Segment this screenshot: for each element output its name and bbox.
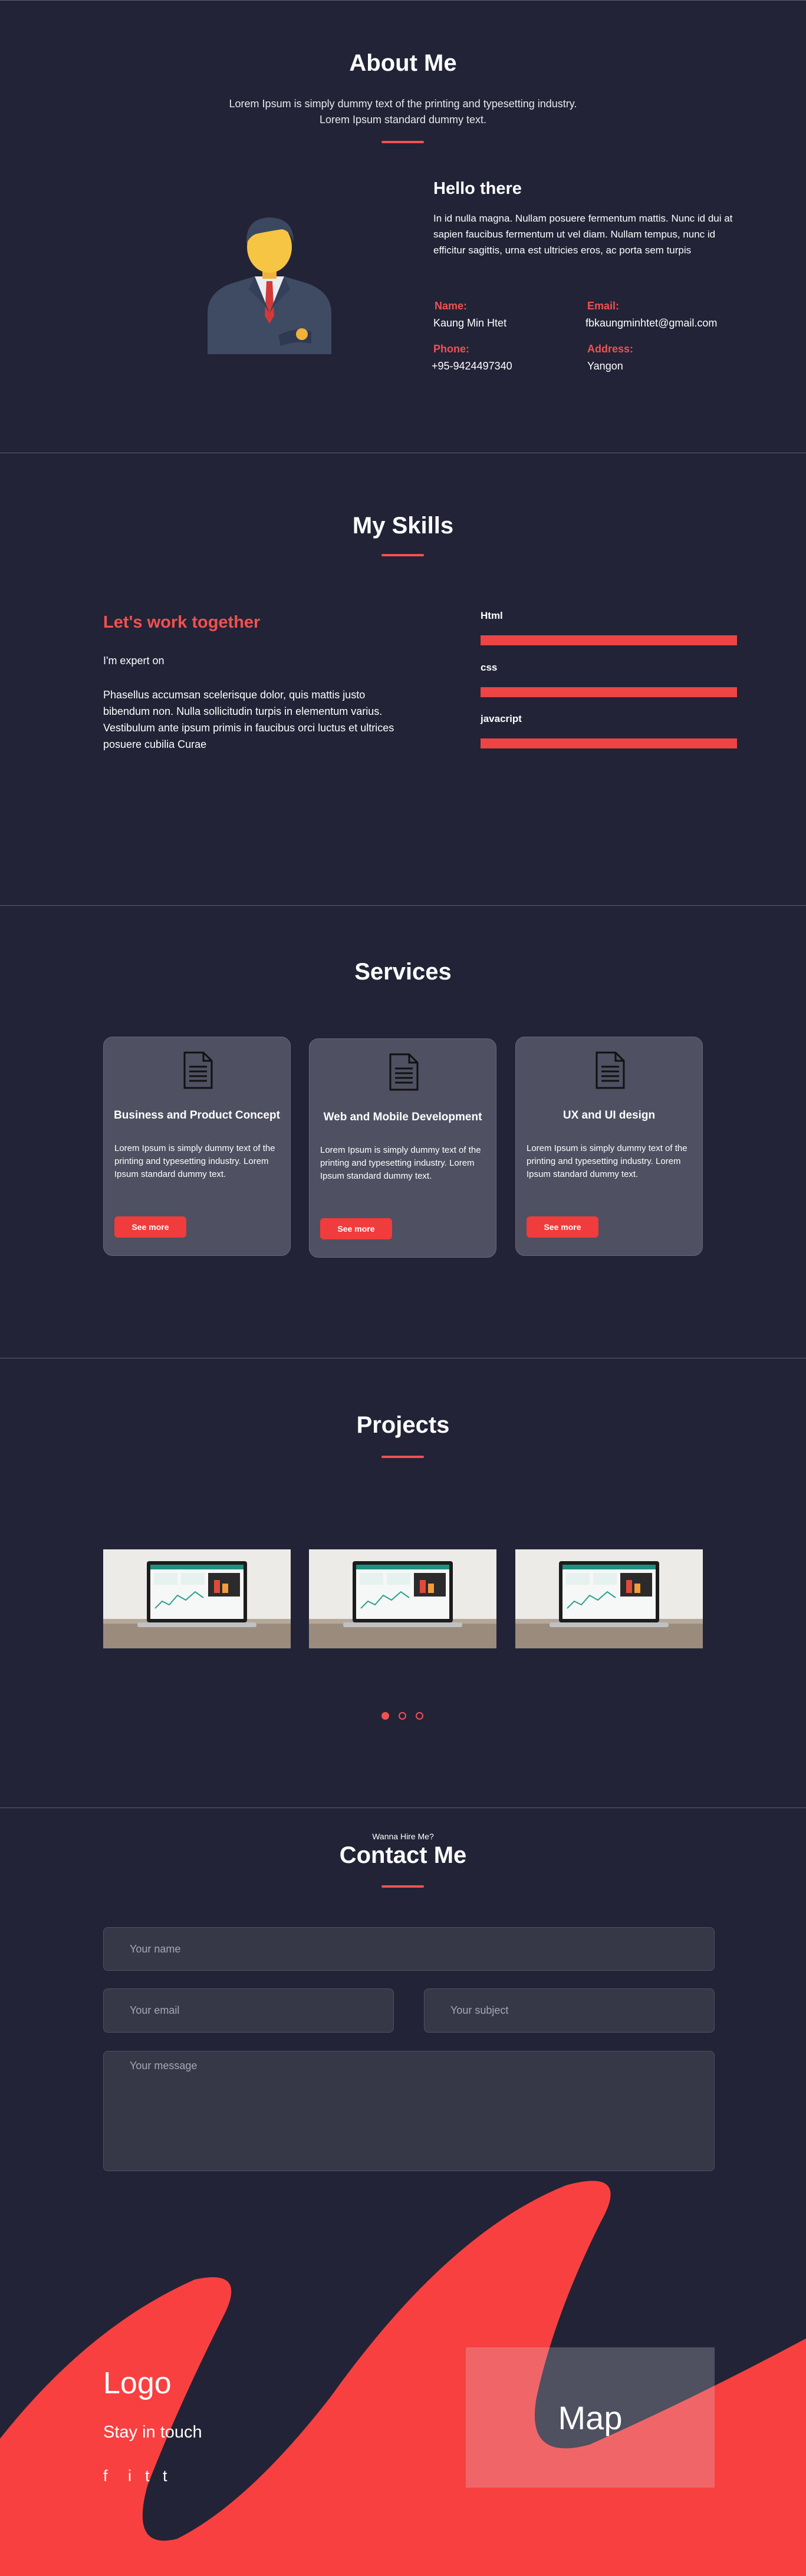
carousel-dot[interactable] [416, 1712, 423, 1720]
facebook-icon[interactable]: f [103, 2467, 108, 2485]
service-card-text: Lorem Ipsum is simply dummy text of the … [527, 1143, 687, 1179]
see-more-button[interactable]: See more [320, 1218, 392, 1239]
about-body: In id nulla magna. Nullam posuere fermen… [433, 213, 733, 256]
services-title: Services [354, 959, 452, 985]
skill-name-css: css [481, 662, 498, 673]
address-label: Address: [587, 343, 634, 355]
skill-name-javascript: javacript [481, 713, 522, 724]
skill-bar-html [481, 635, 737, 645]
phone-value: +95-9424497340 [432, 360, 512, 372]
service-card-text: Lorem Ipsum is simply dummy text of the … [320, 1145, 481, 1181]
service-card: UX and UI design Lorem Ipsum is simply d… [515, 1037, 703, 1256]
about-underline [381, 141, 424, 143]
service-card-title: UX and UI design [562, 1109, 656, 1122]
name-value: Kaung Min Htet [433, 317, 507, 329]
map-label: Map [558, 2399, 623, 2436]
about-section: About Me Lorem Ipsum is simply dummy tex… [0, 0, 806, 453]
wanna-hire-text: Wanna Hire Me? [372, 1832, 434, 1841]
skill-bar-javascript [481, 738, 737, 748]
skill-fill-css [481, 687, 737, 697]
skill-bar-css [481, 687, 737, 697]
document-icon [596, 1051, 625, 1089]
skills-title: My Skills [352, 513, 454, 539]
see-more-button[interactable]: See more [527, 1216, 598, 1238]
service-card-text: Lorem Ipsum is simply dummy text of the … [114, 1143, 275, 1179]
projects-section: Projects [0, 1358, 806, 1808]
skills-section: My Skills Let's work together I'm expert… [0, 453, 806, 905]
about-intro: Lorem Ipsum is simply dummy text of the … [229, 98, 577, 126]
see-more-button[interactable]: See more [114, 1216, 186, 1238]
email-label: Email: [587, 300, 620, 312]
email-value: fbkaungminhtet@gmail.com [585, 317, 718, 329]
expert-text: I'm expert on [103, 655, 165, 667]
document-icon [183, 1051, 213, 1089]
skill-name-html: Html [481, 610, 503, 621]
services-section: Services Business and Product Concept Lo… [0, 905, 806, 1358]
about-title: About Me [349, 50, 457, 76]
projects-underline [381, 1456, 424, 1458]
project-image[interactable] [515, 1549, 703, 1648]
laptop-image [515, 1549, 703, 1648]
businessman-avatar [208, 217, 331, 354]
skills-body: Phasellus accumsan scelerisque dolor, qu… [103, 689, 394, 750]
name-label: Name: [435, 300, 468, 312]
skills-underline [381, 554, 424, 556]
name-input[interactable] [103, 1927, 715, 1971]
subject-input[interactable] [424, 1988, 715, 2033]
telegram-icon[interactable]: t [163, 2467, 167, 2485]
carousel-dot[interactable] [381, 1712, 389, 1720]
contact-title: Contact Me [339, 1842, 467, 1868]
footer-tagline: Stay in touch [103, 2423, 202, 2442]
laptop-image [103, 1549, 291, 1648]
contact-underline [381, 1885, 424, 1888]
service-card-title: Web and Mobile Development [323, 1111, 482, 1123]
service-card: Business and Product Concept Lorem Ipsum… [103, 1037, 291, 1256]
project-image[interactable] [309, 1549, 496, 1648]
footer-logo[interactable]: Logo [103, 2366, 172, 2401]
twitter-icon[interactable]: t [145, 2467, 150, 2485]
work-together-heading: Let's work together [103, 613, 261, 632]
carousel-dots [381, 1712, 425, 1720]
service-card: Web and Mobile Development Lorem Ipsum i… [309, 1038, 496, 1258]
email-input[interactable] [103, 1988, 394, 2033]
project-image[interactable] [103, 1549, 291, 1648]
map-placeholder[interactable]: Map [466, 2347, 715, 2488]
service-card-title: Business and Product Concept [114, 1109, 280, 1122]
laptop-image [309, 1549, 496, 1648]
address-value: Yangon [587, 360, 623, 372]
hello-heading: Hello there [433, 179, 522, 198]
projects-title: Projects [356, 1412, 450, 1438]
contact-section: Wanna Hire Me? Contact Me Logo Stay in t… [0, 1808, 806, 2576]
instagram-icon[interactable]: i [128, 2467, 131, 2485]
document-icon [389, 1053, 419, 1091]
phone-label: Phone: [433, 343, 469, 355]
carousel-dot[interactable] [399, 1712, 406, 1720]
message-textarea[interactable] [103, 2051, 715, 2171]
skill-fill-html [481, 635, 737, 645]
skill-fill-javascript [481, 738, 737, 748]
